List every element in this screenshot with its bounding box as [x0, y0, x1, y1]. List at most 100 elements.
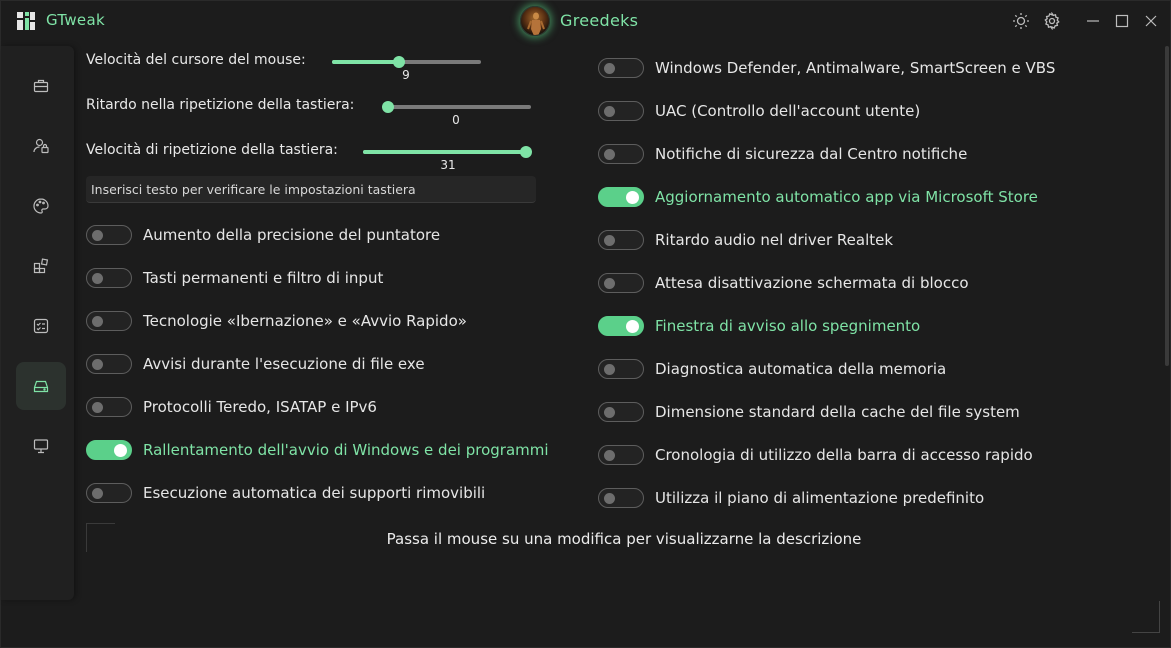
toggle-knob	[114, 444, 127, 457]
toggle-switch[interactable]	[598, 144, 644, 164]
toggle-switch[interactable]	[598, 230, 644, 250]
mouse-speed-value: 9	[402, 68, 410, 82]
scrollbar[interactable]	[1165, 46, 1169, 366]
toggle-switch[interactable]	[598, 101, 644, 121]
toggle-switch[interactable]	[86, 225, 132, 245]
right-toggle-row[interactable]: Aggiornamento automatico app via Microso…	[598, 186, 1038, 208]
toggle-knob	[604, 106, 615, 117]
key-delay-slider[interactable]	[382, 101, 531, 113]
key-delay-label: Ritardo nella ripetizione della tastiera…	[86, 97, 355, 113]
left-toggle-row[interactable]: Protocolli Teredo, ISATAP e IPv6	[86, 396, 377, 418]
toggle-switch[interactable]	[598, 316, 644, 336]
toggle-label: Esecuzione automatica dei supporti rimov…	[143, 484, 486, 502]
left-toggle-row[interactable]: Tecnologie «Ibernazione» e «Avvio Rapido…	[86, 310, 467, 332]
toggle-label: Attesa disattivazione schermata di blocc…	[655, 274, 969, 292]
left-toggle-row[interactable]: Esecuzione automatica dei supporti rimov…	[86, 482, 485, 504]
toggle-switch[interactable]	[598, 359, 644, 379]
right-toggle-row[interactable]: Dimensione standard della cache del file…	[598, 401, 1020, 423]
toggle-knob	[604, 493, 615, 504]
apps-icon	[33, 258, 49, 274]
slider-thumb[interactable]	[520, 146, 532, 158]
slider-fill	[363, 150, 526, 154]
toggle-switch[interactable]	[86, 268, 132, 288]
user-avatar[interactable]	[520, 6, 550, 36]
toggle-label: UAC (Controllo dell'account utente)	[655, 102, 921, 120]
user-name[interactable]: Greedeks	[560, 11, 638, 30]
toggle-knob	[92, 488, 103, 499]
toggle-label: Dimensione standard della cache del file…	[655, 403, 1020, 421]
toggle-knob	[92, 230, 103, 241]
toggle-switch[interactable]	[86, 311, 132, 331]
checklist-icon	[33, 318, 49, 334]
left-toggle-row[interactable]: Rallentamento dell'avvio di Windows e de…	[86, 439, 549, 461]
toggle-knob	[604, 364, 615, 375]
toggle-switch[interactable]	[598, 445, 644, 465]
settings-gear-icon[interactable]	[1041, 10, 1063, 32]
right-toggle-row[interactable]: Finestra di avviso allo spegnimento	[598, 315, 920, 337]
slider-thumb[interactable]	[382, 101, 394, 113]
toggle-switch[interactable]	[86, 483, 132, 503]
toggle-knob	[92, 359, 103, 370]
title-bar[interactable]: GTweak Greedeks	[1, 1, 1171, 41]
sidebar-item-monitor[interactable]	[16, 422, 66, 470]
toggle-switch[interactable]	[598, 488, 644, 508]
toggle-label: Rallentamento dell'avvio di Windows e de…	[143, 441, 549, 459]
app-logo-icon	[17, 12, 35, 30]
right-toggle-row[interactable]: Attesa disattivazione schermata di blocc…	[598, 272, 969, 294]
key-repeat-value: 31	[440, 158, 456, 172]
briefcase-icon	[33, 79, 49, 93]
toggle-knob	[92, 402, 103, 413]
close-icon[interactable]	[1140, 10, 1162, 32]
user-lock-icon	[33, 138, 49, 154]
left-toggle-row[interactable]: Aumento della precisione del puntatore	[86, 224, 440, 246]
theme-sun-icon[interactable]	[1010, 10, 1032, 32]
toggle-label: Finestra di avviso allo spegnimento	[655, 317, 921, 335]
sidebar-item-drive[interactable]	[16, 362, 66, 410]
avatar-figure-icon	[527, 12, 545, 35]
toggle-switch[interactable]	[86, 354, 132, 374]
slider-thumb[interactable]	[393, 56, 406, 68]
toggle-label: Ritardo audio nel driver Realtek	[655, 231, 894, 249]
sidebar-item-briefcase[interactable]	[16, 62, 66, 110]
monitor-icon	[33, 439, 49, 454]
key-repeat-label: Velocità di ripetizione della tastiera:	[86, 142, 338, 158]
right-toggle-row[interactable]: Windows Defender, Antimalware, SmartScre…	[598, 57, 1055, 79]
toggle-label: Avvisi durante l'esecuzione di file exe	[143, 355, 425, 373]
key-delay-value: 0	[452, 113, 460, 127]
toggle-switch[interactable]	[598, 273, 644, 293]
sidebar-item-user-lock[interactable]	[16, 122, 66, 170]
toggle-label: Tecnologie «Ibernazione» e «Avvio Rapido…	[143, 312, 467, 330]
sidebar-item-checklist[interactable]	[16, 302, 66, 350]
right-toggle-row[interactable]: Cronologia di utilizzo della barra di ac…	[598, 444, 1033, 466]
sidebar-item-apps[interactable]	[16, 242, 66, 290]
minimize-icon[interactable]	[1082, 10, 1104, 32]
slider-fill	[332, 60, 400, 64]
toggle-knob	[604, 235, 615, 246]
toggle-switch[interactable]	[86, 397, 132, 417]
keyboard-test-input[interactable]	[86, 176, 536, 203]
right-toggle-row[interactable]: UAC (Controllo dell'account utente)	[598, 100, 920, 122]
toggle-switch[interactable]	[598, 58, 644, 78]
toggle-label: Cronologia di utilizzo della barra di ac…	[655, 446, 1033, 464]
maximize-icon[interactable]	[1111, 10, 1133, 32]
mouse-speed-label: Velocità del cursore del mouse:	[86, 52, 306, 68]
toggle-label: Aggiornamento automatico app via Microso…	[655, 188, 1038, 206]
left-toggle-row[interactable]: Avvisi durante l'esecuzione di file exe	[86, 353, 425, 375]
mouse-speed-slider[interactable]	[332, 56, 481, 68]
toggle-knob	[604, 407, 615, 418]
right-toggle-row[interactable]: Notifiche di sicurezza dal Centro notifi…	[598, 143, 967, 165]
toggle-switch[interactable]	[598, 402, 644, 422]
left-toggle-row[interactable]: Tasti permanenti e filtro di input	[86, 267, 383, 289]
right-toggle-row[interactable]: Ritardo audio nel driver Realtek	[598, 229, 893, 251]
toggle-label: Windows Defender, Antimalware, SmartScre…	[655, 59, 1056, 77]
sidebar-item-palette[interactable]	[16, 182, 66, 230]
toggle-switch[interactable]	[598, 187, 644, 207]
key-repeat-slider[interactable]	[363, 146, 532, 158]
toggle-knob	[626, 191, 639, 204]
toggle-knob	[92, 273, 103, 284]
right-toggle-row[interactable]: Utilizza il piano di alimentazione prede…	[598, 487, 984, 509]
toggle-switch[interactable]	[86, 440, 132, 460]
toggle-knob	[604, 278, 615, 289]
right-toggle-row[interactable]: Diagnostica automatica della memoria	[598, 358, 946, 380]
resize-grip[interactable]	[1132, 601, 1160, 633]
